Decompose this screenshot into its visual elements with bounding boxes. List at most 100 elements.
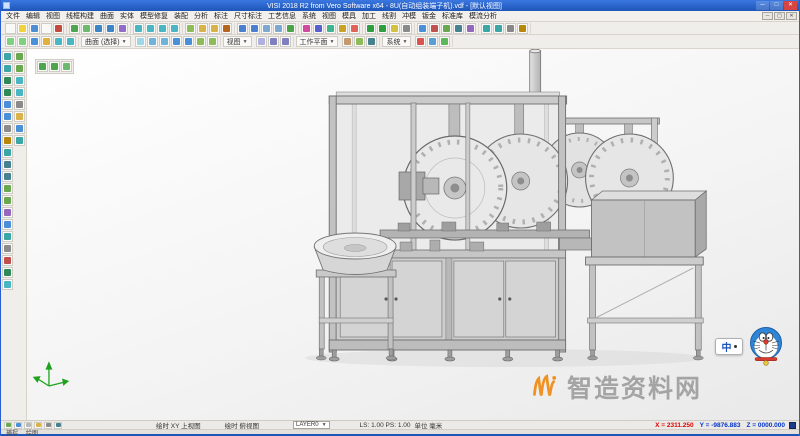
toolbar-icon[interactable] (377, 23, 388, 34)
toolbar-icon[interactable] (29, 36, 40, 47)
sidebar-icon[interactable] (2, 111, 13, 122)
menu-item-2[interactable]: 视图 (43, 11, 63, 21)
toolbar-icon[interactable] (256, 36, 267, 47)
minimize-button[interactable]: ─ (756, 1, 769, 10)
toolbar-icon[interactable] (337, 23, 348, 34)
toolbar-icon[interactable] (185, 23, 196, 34)
layer-combo[interactable]: LAYER0 ▼ (293, 421, 330, 429)
toolbar-icon[interactable] (183, 36, 194, 47)
menu-item-15[interactable]: 加工 (359, 11, 379, 21)
maximize-button[interactable]: □ (770, 1, 783, 10)
toolbar-icon[interactable] (325, 23, 336, 34)
toolbar-icon[interactable] (301, 23, 312, 34)
sidebar-icon[interactable] (2, 135, 13, 146)
toolbar-icon[interactable] (195, 36, 206, 47)
toolbar-icon[interactable] (285, 23, 296, 34)
toolbar-icon[interactable] (207, 36, 218, 47)
sidebar-icon[interactable] (2, 207, 13, 218)
toolbar-icon[interactable] (65, 36, 76, 47)
menu-item-13[interactable]: 视图 (319, 11, 339, 21)
sidebar-icon[interactable] (2, 87, 13, 98)
sidebar-icon[interactable] (2, 75, 13, 86)
sidebar-icon[interactable] (2, 267, 13, 278)
menu-item-12[interactable]: 系统 (299, 11, 319, 21)
status-icon[interactable] (54, 422, 62, 429)
menu-item-6[interactable]: 模型修复 (137, 11, 171, 21)
toolbar-icon[interactable] (41, 23, 52, 34)
toolbar-icon[interactable] (280, 36, 291, 47)
toolbar-icon[interactable] (439, 36, 450, 47)
toolbar-icon[interactable] (221, 23, 232, 34)
3d-viewport[interactable]: 智造资料网 中 (27, 49, 799, 420)
toolbar-icon[interactable] (41, 36, 52, 47)
toolbar-icon[interactable] (237, 23, 248, 34)
toolbar-icon[interactable] (135, 36, 146, 47)
toolbar-icon[interactable] (313, 23, 324, 34)
sidebar-icon[interactable] (2, 219, 13, 230)
sidebar-icon[interactable] (14, 87, 25, 98)
toolbar-icon[interactable] (145, 23, 156, 34)
toolbar-dropdown-1[interactable]: 曲面 (选择)▼ (81, 36, 131, 47)
status-toggle-1[interactable]: 绘图 (26, 428, 38, 436)
sidebar-icon[interactable] (14, 111, 25, 122)
toolbar-icon[interactable] (349, 23, 360, 34)
toolbar-icon[interactable] (429, 23, 440, 34)
toolbar-icon[interactable] (157, 23, 168, 34)
sidebar-icon[interactable] (2, 195, 13, 206)
menu-item-19[interactable]: 标准库 (439, 11, 466, 21)
toolbar-icon[interactable] (209, 23, 220, 34)
sidebar-icon[interactable] (2, 171, 13, 182)
menu-item-3[interactable]: 线框构建 (63, 11, 97, 21)
sidebar-icon[interactable] (2, 147, 13, 158)
menu-item-0[interactable]: 文件 (3, 11, 23, 21)
sidebar-icon[interactable] (2, 231, 13, 242)
toolbar-dropdown-3[interactable]: 视图▼ (223, 36, 252, 47)
toolbar-icon[interactable] (481, 23, 492, 34)
sidebar-icon[interactable] (14, 63, 25, 74)
toolbar-icon[interactable] (415, 36, 426, 47)
sidebar-icon[interactable] (2, 99, 13, 110)
snap-state-icon[interactable] (789, 422, 796, 429)
toolbar-icon[interactable] (342, 36, 353, 47)
toolbar-icon[interactable] (81, 23, 92, 34)
toolbar-dropdown-7[interactable]: 系统▼ (382, 36, 411, 47)
menu-item-16[interactable]: 线割 (379, 11, 399, 21)
child-close-button[interactable]: ✕ (786, 12, 797, 20)
toolbar-icon[interactable] (117, 23, 128, 34)
toolbar-icon[interactable] (5, 23, 16, 34)
sidebar-icon[interactable] (14, 135, 25, 146)
toolbar-icon[interactable] (69, 23, 80, 34)
menu-item-8[interactable]: 分析 (191, 11, 211, 21)
toolbar-icon[interactable] (147, 36, 158, 47)
toolbar-icon[interactable] (53, 23, 64, 34)
toolbar-icon[interactable] (268, 36, 279, 47)
close-button[interactable]: ✕ (784, 1, 797, 10)
sidebar-icon[interactable] (2, 51, 13, 62)
toolbar-icon[interactable] (5, 36, 16, 47)
toolbar-icon[interactable] (441, 23, 452, 34)
menu-item-18[interactable]: 钣金 (419, 11, 439, 21)
toolbar-icon[interactable] (517, 23, 528, 34)
child-restore-button[interactable]: ▢ (774, 12, 785, 20)
cad-model-assembly-machine[interactable] (27, 49, 799, 420)
menu-item-5[interactable]: 实体 (117, 11, 137, 21)
toolbar-icon[interactable] (354, 36, 365, 47)
toolbar-icon[interactable] (493, 23, 504, 34)
toolbar-icon[interactable] (53, 36, 64, 47)
toolbar-dropdown-5[interactable]: 工作平面▼ (296, 36, 339, 47)
toolbar-icon[interactable] (505, 23, 516, 34)
menu-item-10[interactable]: 尺寸标注 (231, 11, 265, 21)
sidebar-icon[interactable] (2, 279, 13, 290)
ime-indicator[interactable]: 中 (715, 338, 743, 355)
floating-toolbar-icon[interactable] (61, 61, 72, 72)
sidebar-icon[interactable] (2, 255, 13, 266)
toolbar-icon[interactable] (17, 36, 28, 47)
toolbar-icon[interactable] (93, 23, 104, 34)
toolbar-icon[interactable] (365, 23, 376, 34)
toolbar-icon[interactable] (417, 23, 428, 34)
toolbar-icon[interactable] (17, 23, 28, 34)
toolbar-icon[interactable] (465, 23, 476, 34)
sidebar-icon[interactable] (14, 123, 25, 134)
menu-item-11[interactable]: 工艺信息 (265, 11, 299, 21)
floating-toolbar-icon[interactable] (37, 61, 48, 72)
